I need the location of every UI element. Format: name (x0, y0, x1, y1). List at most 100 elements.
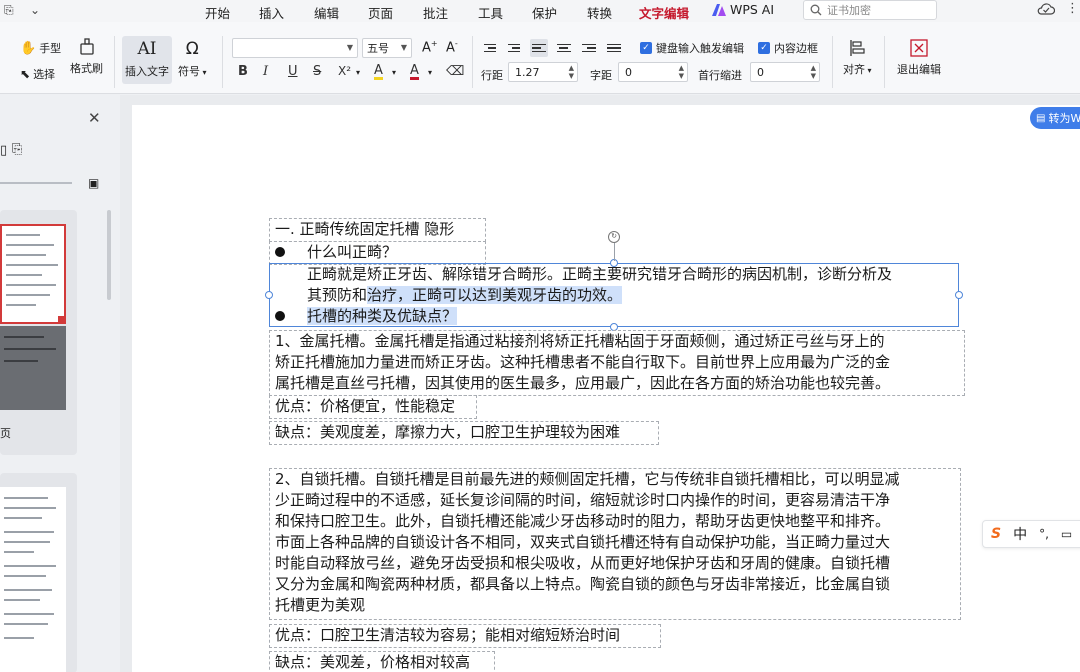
shrink-font-icon[interactable]: A- (446, 39, 458, 55)
menu-bar: ⎘ ⌄ 开始 插入 编辑 页面 批注 工具 保护 转换 文字编辑 WPS AI … (0, 0, 1080, 25)
strikethrough-button[interactable]: S (313, 64, 321, 79)
resize-handle-right[interactable] (955, 291, 963, 299)
spinner-arrows-icon[interactable]: ▲ ▼ (679, 64, 684, 80)
convert-to-word-button[interactable]: ▤ 转为W (1030, 107, 1080, 129)
thumbnail-card-1[interactable]: 页 (0, 210, 77, 455)
bold-button[interactable]: B (238, 64, 248, 79)
font-size-select[interactable]: 五号 ▼ (362, 38, 412, 58)
more-icon[interactable]: ⋮ (1066, 1, 1079, 16)
cloud-sync-icon[interactable] (1037, 2, 1055, 16)
metal-pros-textbox[interactable]: 优点：价格便宜，性能稳定 (269, 395, 477, 419)
self-pros-textbox[interactable]: 优点：口腔卫生清洁较为容易；能相对缩短矫治时间 (269, 624, 661, 648)
bullet1-textbox[interactable]: 什么叫正畸？ (269, 241, 486, 265)
self-line1: 2、自锁托槽。自锁托槽是目前最先进的颊侧固定托槽，它与传统非自锁托槽相比，可以明… (275, 470, 900, 488)
thumbnail-page-1[interactable] (0, 224, 66, 324)
indent-decrease-icon[interactable] (482, 39, 500, 57)
para1-line2: 其预防和治疗，正畸可以达到美观牙齿的功效。 (275, 285, 958, 306)
spinner-arrows-icon[interactable]: ▲ ▼ (811, 64, 816, 80)
tab-insert[interactable]: 插入 (259, 3, 284, 22)
chevron-down-icon[interactable]: ▾ (392, 68, 396, 77)
tab-edit[interactable]: 编辑 (314, 3, 339, 22)
page-icon[interactable]: ▯ (0, 143, 7, 158)
bookmark-icon[interactable]: ⎘ (12, 142, 22, 157)
tab-page[interactable]: 页面 (368, 3, 393, 22)
spinner-arrows-icon[interactable]: ▲ ▼ (569, 64, 574, 80)
checkmark-icon: ✓ (640, 42, 652, 54)
image-icon[interactable]: ▣ (88, 176, 99, 190)
selected-paragraph-textbox[interactable]: 正畸就是矫正牙齿、解除错牙合畸形。正畸主要研究错牙合畸形的病因机制，诊断分析及 … (269, 263, 959, 327)
thumbnail-card-2[interactable] (0, 473, 77, 672)
indent-increase-icon[interactable] (506, 39, 524, 57)
tab-convert[interactable]: 转换 (587, 3, 612, 22)
align-center-icon[interactable] (555, 39, 573, 57)
thumbnail-page-2[interactable] (0, 487, 66, 672)
para1-line2-plain: 其预防和 (307, 286, 368, 304)
font-family-select[interactable]: ▼ (232, 38, 358, 58)
metal-bracket-textbox[interactable]: 1、金属托槽。金属托槽是指通过粘接剂将矫正托槽粘固于牙面颊侧，通过矫正弓丝与牙上… (269, 330, 965, 396)
copy-icon[interactable]: ⎘ (4, 3, 14, 18)
resize-handle-left[interactable] (265, 291, 273, 299)
panel-scrollbar[interactable] (107, 210, 111, 300)
tab-comment[interactable]: 批注 (423, 3, 448, 22)
ime-keyboard-icon[interactable]: ▭ (1061, 527, 1072, 541)
superscript-button[interactable]: X² (338, 64, 351, 78)
wps-ai-logo-icon (712, 3, 726, 16)
convert-icon: ▤ (1036, 112, 1046, 124)
document-page: 一. 正畸传统固定托槽 隐形 什么叫正畸？ 正畸就是矫正牙齿、解除错牙合畸形。正… (132, 105, 1080, 672)
align-objects-button[interactable]: 对齐 ▾ (843, 39, 872, 77)
keyboard-trigger-checkbox[interactable]: ✓ 键盘输入触发编辑 (640, 40, 744, 56)
self-line3: 和保持口腔卫生。此外，自锁托槽还能减少牙齿移动时的阻力，帮助牙齿更快地整平和排齐… (275, 512, 891, 530)
self-ligating-textbox[interactable]: 2、自锁托槽。自锁托槽是目前最先进的颊侧固定托槽，它与传统非自锁托槽相比，可以明… (269, 468, 961, 620)
thumbnail-panel: ▯ ⎘ ✕ ▣ 页 (0, 95, 120, 672)
metal-line3: 属托槽是直丝弓托槽，因其使用的医生最多，应用最广，因此在各方面的矫治功能也较完善… (275, 374, 891, 392)
select-tool-button[interactable]: ⬉ 选择 (20, 66, 55, 82)
align-right-icon[interactable] (580, 39, 598, 57)
tab-protect[interactable]: 保护 (532, 3, 557, 22)
ime-logo-icon[interactable]: S (991, 526, 1001, 542)
chevron-down-icon[interactable]: ▾ (356, 68, 360, 77)
wps-ai-button[interactable]: WPS AI (712, 2, 774, 17)
tab-tools[interactable]: 工具 (478, 3, 503, 22)
chevron-down-icon[interactable]: ⌄ (30, 3, 40, 17)
hand-tool-label: 手型 (39, 42, 62, 55)
chevron-down-icon: ▾ (865, 66, 872, 75)
font-color-button[interactable]: A (410, 64, 419, 80)
para1-line2-highlight: 治疗，正畸可以达到美观牙齿的功效。 (367, 286, 623, 304)
symbol-button[interactable]: Ω 符号 ▾ (178, 39, 207, 79)
align-left-icon[interactable] (530, 39, 548, 57)
align-label: 对齐 (843, 63, 865, 76)
align-justify-icon[interactable] (605, 39, 623, 57)
heading-textbox[interactable]: 一. 正畸传统固定托槽 隐形 (269, 218, 486, 242)
chevron-down-icon[interactable]: ▾ (428, 68, 432, 77)
self-line7: 托槽更为美观 (275, 596, 366, 614)
tab-start[interactable]: 开始 (205, 3, 230, 22)
tab-text-edit[interactable]: 文字编辑 (639, 3, 690, 25)
line-spacing-input[interactable]: 1.27 ▲ ▼ (508, 62, 578, 82)
first-indent-input[interactable]: 0 ▲ ▼ (750, 62, 820, 82)
metal-cons-text: 缺点：美观度差，摩擦力大，口腔卫生护理较为困难 (275, 423, 621, 441)
document-area: 一. 正畸传统固定托槽 隐形 什么叫正畸？ 正畸就是矫正牙齿、解除错牙合畸形。正… (120, 95, 1080, 672)
highlight-color-button[interactable]: A (374, 64, 383, 80)
ime-mode-toggle[interactable]: 中 (1013, 524, 1027, 544)
rotate-icon[interactable]: ↻ (608, 231, 620, 243)
clear-format-icon[interactable]: ⌫ (446, 64, 464, 79)
insert-text-button[interactable]: AI 插入文字 (122, 36, 172, 84)
metal-line1: 1、金属托槽。金属托槽是指通过粘接剂将矫正托槽粘固于牙面颊侧，通过矫正弓丝与牙上… (275, 332, 885, 350)
format-painter-button[interactable]: 格式刷 (70, 38, 103, 76)
select-tool-label: 选择 (33, 68, 56, 81)
close-icon[interactable]: ✕ (88, 109, 101, 127)
hand-tool-button[interactable]: ✋ 手型 (20, 40, 61, 56)
search-input[interactable]: 证书加密 (803, 0, 937, 20)
metal-cons-textbox[interactable]: 缺点：美观度差，摩擦力大，口腔卫生护理较为困难 (269, 421, 659, 445)
underline-button[interactable]: U (288, 64, 298, 79)
symbol-label: 符号 (178, 65, 200, 78)
ime-punctuation-toggle[interactable]: °, (1039, 527, 1049, 541)
metal-line2: 矫正托槽施加力量进而矫正牙齿。这种托槽患者不能自行取下。目前世界上应用最为广泛的… (275, 353, 891, 371)
align-label-row: 对齐 ▾ (843, 61, 872, 77)
grow-font-icon[interactable]: A+ (422, 39, 438, 55)
self-cons-textbox[interactable]: 缺点：美观差，价格相对较高 (269, 651, 495, 672)
exit-edit-button[interactable]: 退出编辑 (897, 39, 941, 77)
content-border-checkbox[interactable]: ✓ 内容边框 (758, 40, 818, 56)
char-spacing-input[interactable]: 0 ▲ ▼ (618, 62, 688, 82)
italic-button[interactable]: I (263, 64, 268, 79)
